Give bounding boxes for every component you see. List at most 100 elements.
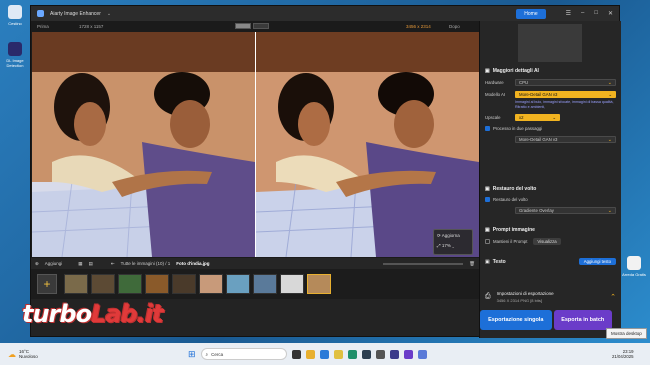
zoom-update-button[interactable]: Aggiorna bbox=[442, 233, 460, 238]
viewer-header: Prima 1728 x 1157 3456 x 2314 Dopo bbox=[31, 21, 479, 31]
scale-select[interactable]: x2 ⌄ bbox=[515, 114, 560, 121]
add-image-thumb-button[interactable]: + bbox=[37, 274, 57, 294]
weather-widget[interactable]: ☁ 16°C Nuvoloso bbox=[8, 349, 38, 359]
file-explorer-icon[interactable] bbox=[333, 349, 343, 359]
face-model-select[interactable]: Gradiente Overlay ⌄ bbox=[515, 207, 616, 214]
face-check-label: Restauro del volto bbox=[493, 197, 528, 202]
add-text-button[interactable]: Aggiungi testo bbox=[578, 258, 616, 265]
start-icon[interactable]: ⊞ bbox=[188, 349, 196, 360]
weather-condition: Nuvoloso bbox=[19, 354, 38, 359]
export-settings[interactable]: ⎙ Impostazioni di esportazione 3456 X 23… bbox=[485, 291, 616, 303]
app-icon bbox=[627, 256, 641, 270]
after-image[interactable] bbox=[256, 32, 479, 257]
add-circle-icon[interactable]: ⊕ bbox=[35, 261, 39, 267]
split-view-toggle[interactable] bbox=[235, 23, 251, 29]
taskbar-search[interactable]: ⌕ Cerca bbox=[200, 348, 287, 360]
export-settings-icon: ⎙ bbox=[485, 293, 491, 300]
app-icon[interactable] bbox=[305, 349, 315, 359]
model-value: More-Detail GAN v3 bbox=[519, 92, 558, 97]
thumbnail[interactable] bbox=[91, 274, 115, 294]
search-label: Cerca bbox=[211, 351, 224, 357]
list-view-icon[interactable]: ▤ bbox=[89, 261, 93, 267]
thumbnail-selected[interactable] bbox=[307, 274, 331, 294]
chevron-down-icon[interactable]: ⌄ bbox=[452, 243, 454, 248]
thumbnail[interactable] bbox=[172, 274, 196, 294]
minimize-icon[interactable]: – bbox=[581, 10, 584, 17]
recycle-bin-icon bbox=[8, 5, 22, 19]
desktop-icon-dl-image[interactable]: DL Image Detection bbox=[3, 42, 27, 68]
prompt-icon: ▣ bbox=[485, 227, 490, 233]
add-images-button[interactable]: Aggiungi bbox=[45, 261, 63, 266]
edge-icon[interactable] bbox=[347, 349, 357, 359]
before-image[interactable] bbox=[32, 32, 255, 257]
chevron-up-icon[interactable]: ⌃ bbox=[610, 293, 616, 301]
zoom-value[interactable]: 17% bbox=[442, 243, 451, 248]
file-bar: ⊕ Aggiungi ▦ ▤ ⇤ Tutte le immagini (10) … bbox=[31, 258, 479, 269]
app-icon[interactable] bbox=[375, 349, 385, 359]
watermark-part1: turbo bbox=[22, 300, 92, 328]
app-icon[interactable] bbox=[361, 349, 371, 359]
weather-icon: ☁ bbox=[8, 349, 16, 359]
hardware-select[interactable]: CPU ⌄ bbox=[515, 79, 616, 86]
close-icon[interactable]: ✕ bbox=[608, 10, 613, 17]
home-button[interactable]: Home bbox=[516, 8, 546, 19]
face-model-value: Gradiente Overlay bbox=[519, 208, 554, 213]
model-select[interactable]: More-Detail GAN v3 ⌄ bbox=[515, 91, 616, 98]
app-icon[interactable] bbox=[319, 349, 329, 359]
details-icon: ▣ bbox=[485, 68, 490, 74]
two-pass-checkbox[interactable] bbox=[485, 126, 490, 131]
prompt-checkbox[interactable] bbox=[485, 239, 490, 244]
grid-view-icon[interactable]: ▦ bbox=[78, 261, 82, 267]
prompt-section: ▣ Prompt immagine Mantieni il Prompt Visua… bbox=[485, 227, 616, 245]
two-pass-model-value: More-Detail GAN v3 bbox=[519, 137, 558, 142]
thumbnail[interactable] bbox=[199, 274, 223, 294]
export-info: 3456 X 2314 PNG [8 bits] bbox=[496, 298, 542, 303]
text-icon: ▣ bbox=[485, 258, 490, 265]
thumbnail[interactable] bbox=[280, 274, 304, 294]
app-icon[interactable] bbox=[389, 349, 399, 359]
zoom-control: ⟳ Aggiorna ⤢ 17% ⌄ bbox=[433, 229, 473, 255]
two-pass-model-select[interactable]: More-Detail GAN v3 ⌄ bbox=[515, 136, 616, 143]
chevron-down-icon: ⌄ bbox=[607, 207, 612, 214]
export-batch-button[interactable]: Esporta in batch bbox=[553, 310, 612, 330]
clock[interactable]: 23:19 21/04/2025 bbox=[612, 349, 634, 359]
maximize-icon[interactable]: □ bbox=[594, 10, 598, 17]
app-icon bbox=[8, 42, 22, 56]
prompt-check-label: Mantieni il Prompt bbox=[493, 239, 528, 244]
back-arrow-icon[interactable]: ⇤ bbox=[111, 261, 115, 267]
thumbnail[interactable] bbox=[145, 274, 169, 294]
app-icon[interactable] bbox=[403, 349, 413, 359]
thumbnail[interactable] bbox=[253, 274, 277, 294]
thumbnail[interactable] bbox=[226, 274, 250, 294]
section-title: Testo bbox=[492, 258, 506, 265]
export-buttons: Esportazione singola Esporta in batch bbox=[480, 310, 612, 330]
current-filename: Foto d'india.jpg bbox=[176, 261, 210, 266]
chevron-down-icon[interactable]: ⌄ bbox=[107, 11, 111, 17]
task-view-icon[interactable] bbox=[291, 349, 301, 359]
desktop-icon-arreda[interactable]: Arreda Gratis bbox=[622, 256, 646, 277]
face-section: ▣ Restauro del volto Restauro del volto G… bbox=[485, 186, 616, 214]
hardware-value: CPU bbox=[519, 80, 529, 85]
face-checkbox[interactable] bbox=[485, 197, 490, 202]
trash-icon[interactable]: 🗑 bbox=[469, 261, 475, 267]
export-single-button[interactable]: Esportazione singola bbox=[480, 310, 552, 330]
app-icon[interactable] bbox=[417, 349, 427, 359]
face-icon: ▣ bbox=[485, 186, 490, 192]
after-label: Dopo bbox=[449, 23, 460, 29]
date: 21/04/2025 bbox=[612, 354, 634, 359]
view-prompt-button[interactable]: Visualizza bbox=[533, 238, 561, 245]
before-dimensions: 1728 x 1157 bbox=[79, 23, 104, 29]
text-section: ▣ Testo Aggiungi testo bbox=[485, 258, 616, 265]
zoom-slider[interactable] bbox=[383, 262, 464, 265]
app-logo-icon bbox=[37, 10, 44, 17]
app-title: Aiarty Image Enhancer bbox=[50, 10, 101, 17]
thumbnail[interactable] bbox=[64, 274, 88, 294]
watermark-logo: turboLab.it bbox=[22, 300, 164, 328]
menu-icon[interactable]: ☰ bbox=[566, 10, 571, 17]
side-by-side-toggle[interactable] bbox=[253, 23, 269, 29]
preview-thumbnail bbox=[518, 24, 582, 62]
section-title: Restauro del volto bbox=[492, 186, 537, 192]
desktop-icon-recycle-bin[interactable]: Cestino bbox=[3, 5, 27, 26]
chevron-down-icon: ⌄ bbox=[552, 114, 556, 120]
thumbnail[interactable] bbox=[118, 274, 142, 294]
